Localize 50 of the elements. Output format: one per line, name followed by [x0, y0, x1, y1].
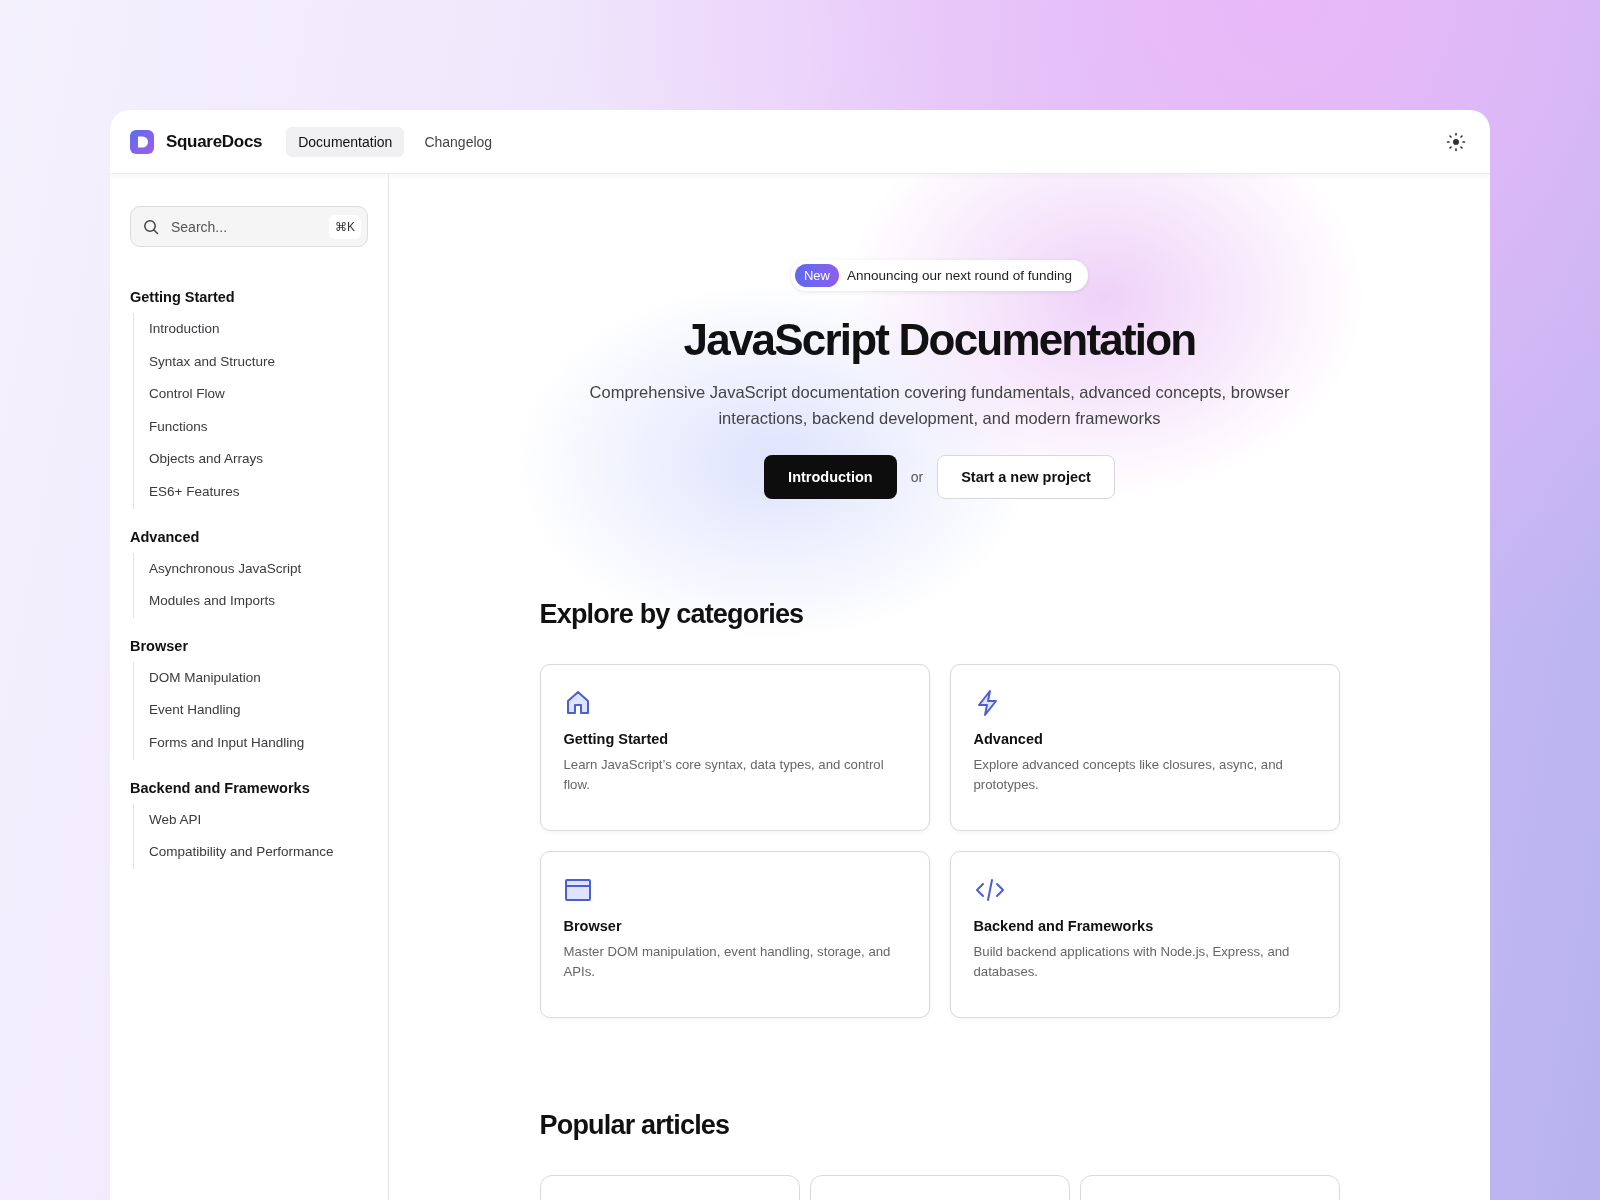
sidebar-link[interactable]: ES6+ Features	[149, 475, 368, 509]
card-description: Learn JavaScript’s core syntax, data types, and control flow.	[563, 756, 885, 794]
sidebar-link[interactable]: Control Flow	[149, 378, 368, 411]
card-title: Backend and Frameworks	[973, 918, 1155, 934]
sidebar-link[interactable]: Syntax and Structure	[149, 345, 368, 379]
sidebar-link[interactable]: DOM Manipulation	[149, 661, 368, 695]
card-title: Advanced	[973, 731, 1044, 747]
category-card[interactable]: Browser Master DOM manipulation, event handling, storage, and APIs.	[539, 851, 930, 1018]
sidebar-link[interactable]: Functions	[149, 410, 368, 444]
nav-tab[interactable]: Changelog	[412, 126, 505, 157]
category-card[interactable]: Getting Started Learn JavaScript’s core syntax, data types, and control flow.	[539, 664, 930, 831]
new-project-button[interactable]: Start a new project	[937, 455, 1115, 499]
card-title: Browser	[563, 918, 623, 934]
page-title: JavaScript Documentation	[683, 315, 1196, 365]
sidebar-link[interactable]: Compatibility and Performance	[149, 836, 368, 869]
page-subtitle: Comprehensive JavaScript documentation covering fundamentals, advanced concepts, browser interactions, backend development, and modern frameworks	[588, 382, 1291, 429]
sun-icon	[1446, 131, 1466, 152]
section-heading: Explore by categories	[539, 599, 805, 630]
sidebar-link[interactable]: Forms and Input Handling	[149, 726, 368, 760]
separator-text: or	[910, 469, 924, 485]
category-card[interactable]: Advanced Explore advanced concepts like closures, async, and prototypes.	[949, 664, 1340, 831]
new-badge: New	[794, 264, 839, 287]
logo-text: SquareDocs	[166, 131, 263, 152]
category-card[interactable]: Backend and Frameworks Build backend applications with Node.js, Express, and databases.	[949, 851, 1340, 1018]
sidebar-link[interactable]: Modules and Imports	[149, 585, 368, 618]
section-heading: Backend and Frameworks	[130, 779, 311, 796]
logo-icon	[130, 129, 154, 154]
section-heading: Getting Started	[130, 289, 236, 305]
announcement-pill[interactable]: New Announcing our next round of funding	[790, 260, 1089, 291]
section-heading: Popular articles	[539, 1110, 731, 1141]
code-icon	[973, 876, 1006, 904]
nav-tab[interactable]: Documentation	[286, 126, 405, 157]
card-description: Build backend applications with Node.js, Express, and databases.	[973, 943, 1291, 981]
introduction-button[interactable]: Introduction	[764, 455, 897, 499]
card-title: Getting Started	[563, 731, 670, 747]
sidebar-link[interactable]: Event Handling	[149, 694, 368, 727]
search-icon	[143, 218, 159, 235]
search-field[interactable]: Search... ⌘K	[130, 206, 368, 247]
announcement-text: Announcing our next round of funding	[846, 268, 1073, 283]
sidebar-link[interactable]: Asynchronous JavaScript	[149, 552, 368, 586]
browser-window-icon	[563, 876, 592, 904]
card-description: Master DOM manipulation, event handling, storage, and APIs.	[563, 943, 892, 981]
sidebar-link[interactable]: Web API	[149, 803, 368, 837]
section-heading: Advanced	[130, 528, 201, 545]
section-heading: Browser	[130, 637, 190, 654]
search-input[interactable]: Search...	[169, 217, 319, 236]
sidebar-link[interactable]: Introduction	[149, 313, 368, 346]
shortcut-badge: ⌘K	[329, 214, 361, 239]
sidebar-link[interactable]: Objects and Arrays	[149, 443, 368, 476]
card-description: Explore advanced concepts like closures, async, and prototypes.	[973, 756, 1284, 794]
